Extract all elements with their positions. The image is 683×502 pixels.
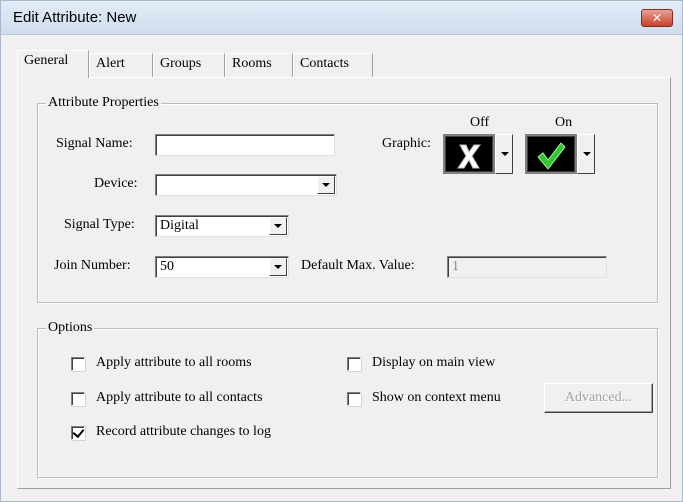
tab-contacts-label: Contacts xyxy=(300,56,349,71)
options-label: Options xyxy=(46,320,95,336)
signal-type-select[interactable]: Digital xyxy=(155,215,289,237)
tab-strip: General Alert Groups Rooms Contacts xyxy=(17,50,677,78)
signal-name-input[interactable] xyxy=(155,134,335,156)
white-x-icon xyxy=(457,144,481,169)
join-number-value: 50 xyxy=(160,259,174,274)
options-group: Options Apply attribute to all rooms App… xyxy=(37,320,658,478)
join-number-select[interactable]: 50 xyxy=(155,256,289,278)
device-select[interactable] xyxy=(155,174,337,196)
signal-type-value: Digital xyxy=(160,218,199,233)
join-number-label: Join Number: xyxy=(54,258,131,273)
device-label: Device: xyxy=(94,176,138,191)
signal-name-label: Signal Name: xyxy=(56,136,133,151)
tab-rooms[interactable]: Rooms xyxy=(225,53,293,77)
chevron-down-icon[interactable] xyxy=(317,176,335,194)
chevron-down-icon[interactable] xyxy=(269,258,287,276)
record-changes-checkbox[interactable] xyxy=(71,426,85,440)
display-main-view-label: Display on main view xyxy=(372,355,496,370)
window-title: Edit Attribute: New xyxy=(13,9,137,26)
attribute-properties-label: Attribute Properties xyxy=(46,95,161,111)
advanced-button[interactable]: Advanced... xyxy=(544,383,653,413)
close-icon: ✕ xyxy=(651,11,663,25)
edit-attribute-dialog: Edit Attribute: New ✕ General Alert Grou… xyxy=(0,0,683,502)
show-context-menu-checkbox[interactable] xyxy=(347,392,361,406)
tab-contacts[interactable]: Contacts xyxy=(293,53,373,77)
apply-all-rooms-label: Apply attribute to all rooms xyxy=(96,355,252,370)
show-context-menu-label: Show on context menu xyxy=(372,390,501,405)
chevron-down-icon[interactable] xyxy=(269,217,287,235)
apply-all-rooms-checkbox[interactable] xyxy=(71,357,85,371)
graphic-on-dropdown[interactable] xyxy=(577,134,595,174)
graphic-off-selector[interactable] xyxy=(443,134,495,174)
apply-all-contacts-checkbox[interactable] xyxy=(71,392,85,406)
signal-type-label: Signal Type: xyxy=(64,217,135,232)
display-main-view-checkbox[interactable] xyxy=(347,357,361,371)
graphic-off-label: Off xyxy=(470,115,490,130)
graphic-off-dropdown[interactable] xyxy=(495,134,513,174)
default-max-value-input: 1 xyxy=(447,256,607,278)
record-changes-label: Record attribute changes to log xyxy=(96,424,271,439)
tab-alert[interactable]: Alert xyxy=(89,53,153,77)
graphic-on-selector[interactable] xyxy=(525,134,577,174)
tab-alert-label: Alert xyxy=(96,56,125,71)
tab-general[interactable]: General xyxy=(17,50,89,78)
graphic-label: Graphic: xyxy=(382,136,431,151)
general-tab-page: Attribute Properties Signal Name: Device… xyxy=(17,77,671,489)
title-bar[interactable]: Edit Attribute: New ✕ xyxy=(1,1,682,35)
tab-groups-label: Groups xyxy=(160,56,202,71)
apply-all-contacts-label: Apply attribute to all contacts xyxy=(96,390,263,405)
attribute-properties-group: Attribute Properties Signal Name: Device… xyxy=(37,95,658,303)
close-button[interactable]: ✕ xyxy=(641,9,673,27)
tab-general-label: General xyxy=(24,53,69,68)
default-max-value-label: Default Max. Value: xyxy=(301,258,415,273)
green-check-icon xyxy=(537,142,566,170)
tab-groups[interactable]: Groups xyxy=(153,53,225,77)
graphic-on-label: On xyxy=(555,115,573,130)
tab-rooms-label: Rooms xyxy=(232,56,272,71)
